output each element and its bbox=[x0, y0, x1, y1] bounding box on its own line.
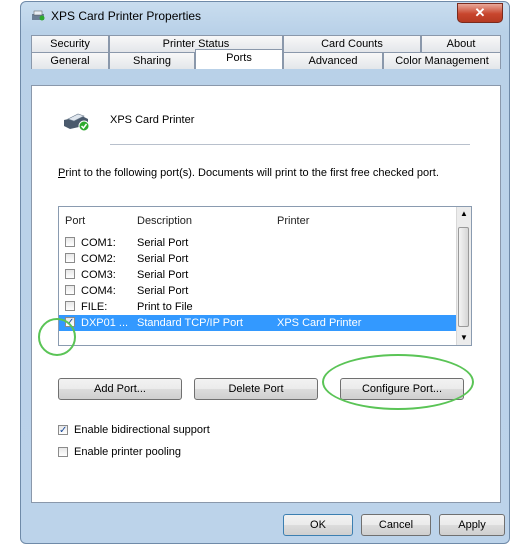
port-checkbox[interactable] bbox=[65, 237, 75, 247]
ok-button[interactable]: OK bbox=[283, 514, 353, 536]
port-row-com3[interactable]: COM3: Serial Port bbox=[59, 267, 457, 283]
tab-advanced[interactable]: Advanced bbox=[283, 52, 383, 69]
port-checkbox[interactable] bbox=[65, 301, 75, 311]
ports-description: Print to the following port(s). Document… bbox=[58, 166, 458, 180]
port-description: Serial Port bbox=[137, 285, 189, 297]
tab-general[interactable]: General bbox=[31, 52, 109, 69]
tab-security[interactable]: Security bbox=[31, 35, 109, 52]
port-description: Serial Port bbox=[137, 269, 189, 281]
port-name: COM1: bbox=[81, 237, 116, 249]
tab-sharing[interactable]: Sharing bbox=[109, 52, 195, 69]
printer-name: XPS Card Printer bbox=[110, 114, 195, 126]
port-row-dxp01[interactable]: ✓ DXP01 ... Standard TCP/IP Port XPS Car… bbox=[59, 315, 457, 331]
port-checkbox[interactable] bbox=[65, 253, 75, 263]
tab-strip: Security Printer Status Card Counts Abou… bbox=[31, 35, 501, 85]
separator bbox=[110, 144, 470, 145]
port-description: Print to File bbox=[137, 301, 193, 313]
window-title: XPS Card Printer Properties bbox=[51, 9, 202, 23]
pooling-label[interactable]: Enable printer pooling bbox=[74, 446, 181, 458]
column-header-description[interactable]: Description bbox=[137, 215, 192, 227]
tab-card-counts[interactable]: Card Counts bbox=[283, 35, 421, 52]
tab-ports[interactable]: Ports bbox=[195, 49, 283, 69]
apply-button[interactable]: Apply bbox=[439, 514, 505, 536]
port-description: Serial Port bbox=[137, 253, 189, 265]
cancel-button[interactable]: Cancel bbox=[361, 514, 431, 536]
scroll-down-arrow-icon[interactable]: ▼ bbox=[457, 331, 471, 345]
scroll-thumb[interactable] bbox=[458, 227, 469, 327]
port-row-com4[interactable]: COM4: Serial Port bbox=[59, 283, 457, 299]
tab-about[interactable]: About bbox=[421, 35, 501, 52]
column-header-printer[interactable]: Printer bbox=[277, 215, 309, 227]
port-printer: XPS Card Printer bbox=[277, 317, 362, 329]
printer-app-icon bbox=[32, 10, 45, 21]
port-description: Serial Port bbox=[137, 237, 189, 249]
close-button[interactable]: ✕ bbox=[457, 3, 503, 23]
description-text: rint to the following port(s). Documents… bbox=[65, 167, 439, 179]
port-row-file[interactable]: FILE: Print to File bbox=[59, 299, 457, 315]
highlight-ring-checkbox bbox=[38, 318, 76, 356]
highlight-ring-configure bbox=[322, 354, 474, 410]
port-name: COM2: bbox=[81, 253, 116, 265]
column-header-port[interactable]: Port bbox=[65, 215, 85, 227]
title-bar: XPS Card Printer Properties ✕ bbox=[21, 2, 509, 30]
tab-color-management[interactable]: Color Management bbox=[383, 52, 501, 69]
bidirectional-label[interactable]: Enable bidirectional support bbox=[74, 424, 210, 436]
pooling-checkbox[interactable] bbox=[58, 447, 68, 457]
properties-dialog: XPS Card Printer Properties ✕ Security P… bbox=[20, 1, 510, 544]
delete-port-button[interactable]: Delete Port bbox=[194, 378, 318, 400]
port-row-com2[interactable]: COM2: Serial Port bbox=[59, 251, 457, 267]
port-description: Standard TCP/IP Port bbox=[137, 317, 243, 329]
bidirectional-checkbox[interactable]: ✓ bbox=[58, 425, 68, 436]
vertical-scrollbar[interactable]: ▲ ▼ bbox=[456, 207, 471, 345]
port-row-com1[interactable]: COM1: Serial Port bbox=[59, 235, 457, 251]
port-name: DXP01 ... bbox=[81, 317, 129, 329]
port-name: FILE: bbox=[81, 301, 108, 313]
port-name: COM4: bbox=[81, 285, 116, 297]
add-port-button[interactable]: Add Port... bbox=[58, 378, 182, 400]
ports-panel: XPS Card Printer Print to the following … bbox=[31, 85, 501, 503]
printer-icon bbox=[64, 113, 90, 132]
port-checkbox[interactable] bbox=[65, 269, 75, 279]
port-checkbox[interactable] bbox=[65, 285, 75, 295]
port-list[interactable]: Port Description Printer COM1: Serial Po… bbox=[58, 206, 472, 346]
port-name: COM3: bbox=[81, 269, 116, 281]
scroll-up-arrow-icon[interactable]: ▲ bbox=[457, 207, 471, 221]
